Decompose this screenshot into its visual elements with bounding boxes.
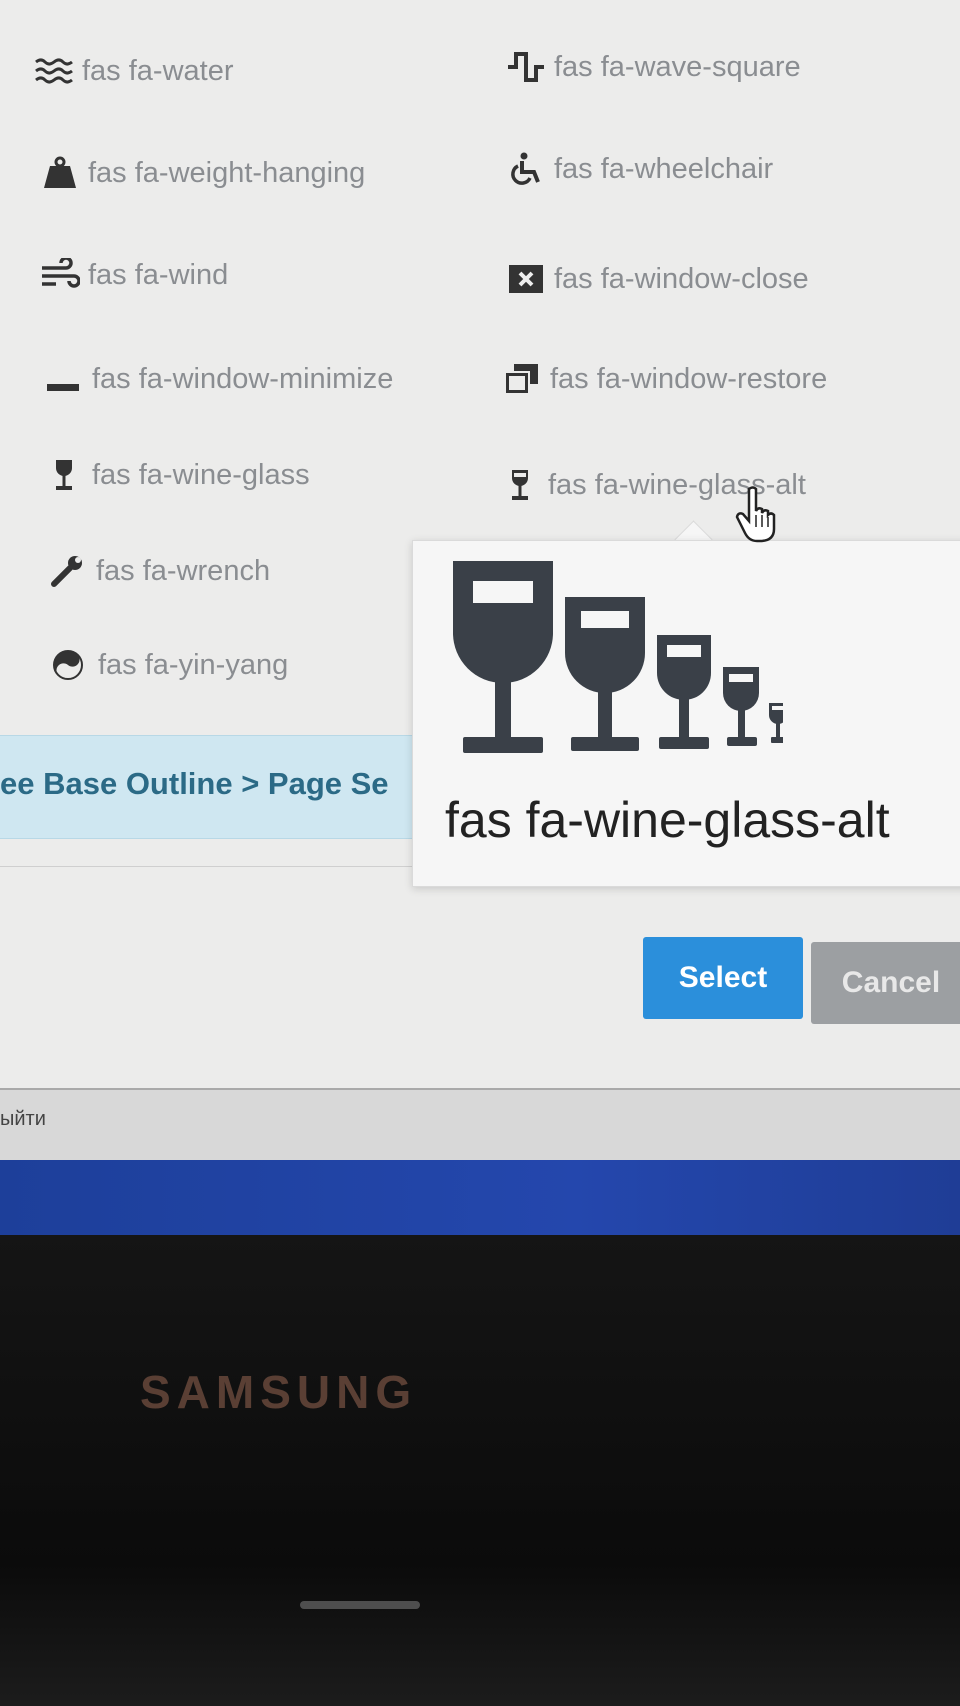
weight-hanging-icon: [40, 156, 80, 190]
icon-option-wrench[interactable]: fas fa-wrench: [48, 554, 270, 588]
breadcrumb-text: ee Base Outline > Page Se: [0, 766, 389, 801]
icon-option-label: fas fa-window-close: [554, 262, 809, 295]
window-restore-icon: [502, 362, 542, 396]
yin-yang-icon: [50, 648, 90, 682]
breadcrumb: ee Base Outline > Page Se: [0, 735, 420, 839]
icon-option-water[interactable]: fas fa-water: [34, 54, 234, 88]
wheelchair-icon: [506, 152, 546, 186]
icon-option-window-close[interactable]: fas fa-window-close: [506, 262, 809, 296]
icon-option-yin-yang[interactable]: fas fa-yin-yang: [50, 648, 288, 682]
icon-option-label: fas fa-wheelchair: [554, 152, 774, 185]
preview-icon-name: fas fa-wine-glass-alt: [445, 792, 890, 848]
icon-option-label: fas fa-water: [82, 54, 234, 87]
taskbar-blue-bar: [0, 1160, 960, 1235]
wind-icon: [40, 258, 80, 292]
screen: fas fa-water fas fa-wave-square fas fa-w…: [0, 0, 960, 1235]
select-button[interactable]: Select: [643, 937, 803, 1019]
icon-option-label: fas fa-wind: [88, 258, 229, 291]
icon-option-window-restore[interactable]: fas fa-window-restore: [502, 362, 827, 396]
icon-option-label: fas fa-wine-glass: [92, 458, 310, 491]
water-icon: [34, 54, 74, 88]
icon-option-label: fas fa-weight-hanging: [88, 156, 366, 189]
window-minimize-icon: [44, 362, 84, 396]
icon-option-label: fas fa-window-minimize: [92, 362, 394, 395]
window-close-icon: [506, 262, 546, 296]
wine-glass-icon: [44, 458, 84, 492]
monitor-bezel: SAMSUNG: [0, 1235, 960, 1706]
icon-option-wheelchair[interactable]: fas fa-wheelchair: [506, 152, 773, 186]
wrench-icon: [48, 554, 88, 588]
bezel-glare: [300, 1601, 420, 1609]
icon-preview-popover: fas fa-wine-glass-alt: [412, 540, 960, 887]
monitor-brand-logo: SAMSUNG: [140, 1366, 418, 1418]
hand-cursor-icon: [735, 486, 776, 543]
icon-option-label: fas fa-yin-yang: [98, 648, 289, 681]
wave-square-icon: [506, 50, 546, 84]
taskbar-label[interactable]: ыйти: [0, 1108, 46, 1131]
icon-option-wave-square[interactable]: fas fa-wave-square: [506, 50, 801, 84]
cancel-button[interactable]: Cancel: [811, 942, 960, 1024]
taskbar: ыйти: [0, 1088, 960, 1162]
icon-option-label: fas fa-wrench: [96, 554, 271, 587]
icon-option-wind[interactable]: fas fa-wind: [40, 258, 228, 292]
icon-option-label: fas fa-wave-square: [554, 50, 801, 83]
icon-option-weight-hanging[interactable]: fas fa-weight-hanging: [40, 156, 365, 190]
wine-glass-alt-icon: [500, 468, 540, 502]
icon-option-label: fas fa-window-restore: [550, 362, 828, 395]
wine-glass-alt-icon: [453, 561, 783, 753]
icon-option-window-minimize[interactable]: fas fa-window-minimize: [44, 362, 393, 396]
icon-option-wine-glass[interactable]: fas fa-wine-glass: [44, 458, 310, 492]
